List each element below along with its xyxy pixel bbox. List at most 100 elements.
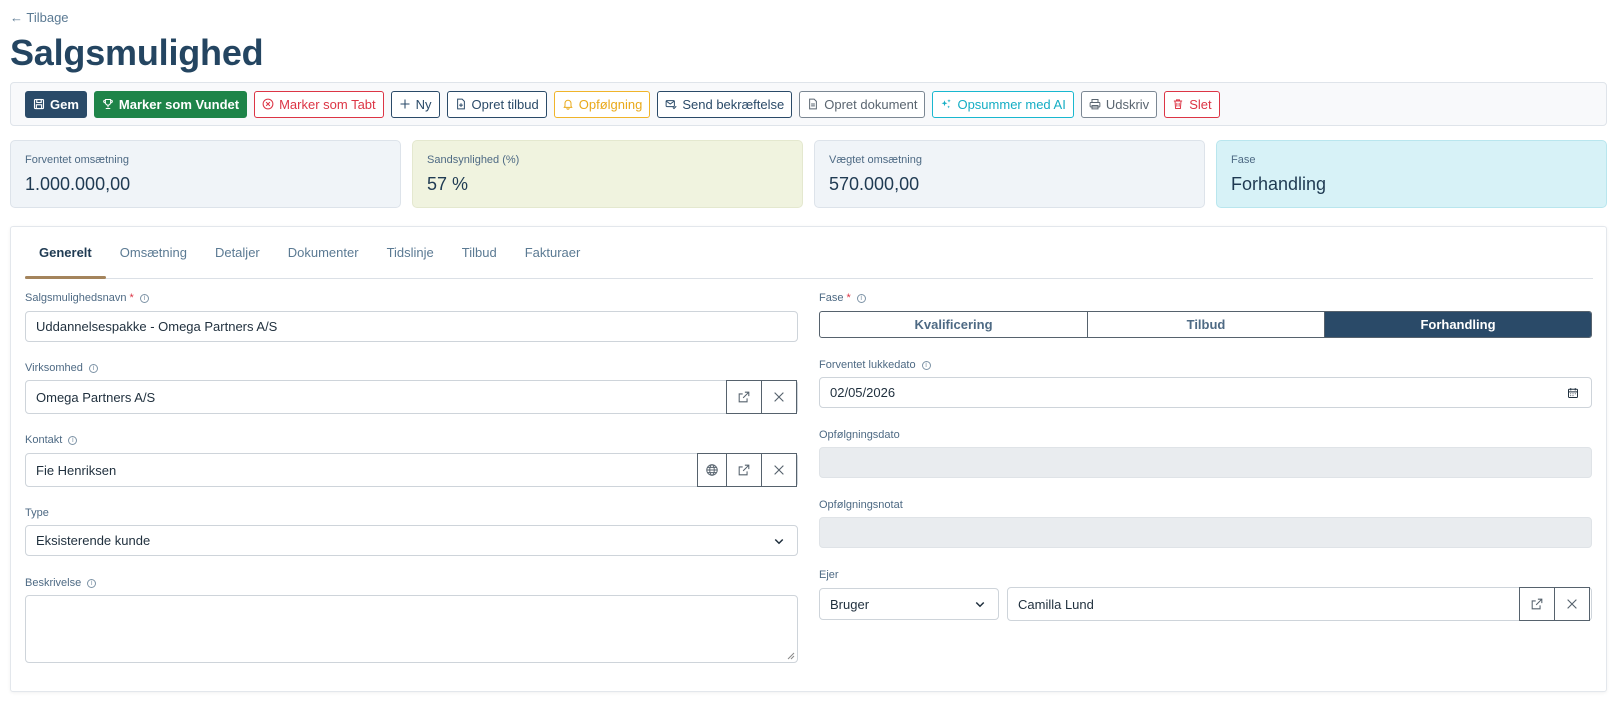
contact-open-button[interactable] xyxy=(726,453,762,487)
tab-fakturaer[interactable]: Fakturaer xyxy=(511,227,595,278)
owner-label: Ejer xyxy=(819,569,839,581)
followup-date-label-text: Opfølgningsdato xyxy=(819,429,900,441)
contact-clear-button[interactable] xyxy=(761,453,797,487)
calendar-icon[interactable] xyxy=(1567,387,1579,399)
stat-value: 57 % xyxy=(427,174,469,194)
company-label: Virksomhed i xyxy=(25,362,98,374)
create-document-button[interactable]: Opret dokument xyxy=(799,90,926,118)
owner-type-value: Bruger xyxy=(830,596,870,612)
tab-omsaetning[interactable]: Omsætning xyxy=(106,227,201,278)
back-link[interactable]: ← Tilbage xyxy=(10,10,69,25)
new-button-label: Ny xyxy=(415,96,432,112)
followup-note-label-text: Opfølgningsnotat xyxy=(819,499,903,511)
name-label-text: Salgsmulighedsnavn xyxy=(25,292,127,304)
chevron-down-icon xyxy=(774,538,784,544)
save-icon xyxy=(33,98,45,110)
x-circle-icon xyxy=(262,98,274,110)
stat-value: 1.000.000,00 xyxy=(25,174,131,194)
phase-label: Fase * i xyxy=(819,292,866,304)
tab-detaljer[interactable]: Detaljer xyxy=(201,227,274,278)
trophy-icon xyxy=(103,98,113,110)
delete-button[interactable]: Slet xyxy=(1164,90,1220,118)
globe-icon xyxy=(706,464,718,476)
bell-icon xyxy=(563,99,573,110)
owner-clear-button[interactable] xyxy=(1554,587,1590,621)
save-button-label: Gem xyxy=(50,96,79,112)
chevron-down-icon xyxy=(975,601,985,608)
mark-lost-button[interactable]: Marker som Tabt xyxy=(254,90,384,118)
required-mark: * xyxy=(129,292,134,304)
followup-note-input xyxy=(819,517,1592,548)
stat-phase: Fase Forhandling xyxy=(1216,140,1607,208)
external-link-icon xyxy=(738,464,750,476)
tab-tilbud[interactable]: Tilbud xyxy=(448,227,511,278)
tab-dokumenter[interactable]: Dokumenter xyxy=(274,227,373,278)
summarize-ai-button[interactable]: Opsummer med AI xyxy=(932,90,1074,118)
info-icon: i xyxy=(856,293,866,303)
owner-label-text: Ejer xyxy=(819,569,839,581)
required-mark: * xyxy=(846,292,851,304)
stat-label: Forventet omsætning xyxy=(25,154,129,166)
contact-web-button[interactable] xyxy=(697,453,727,487)
info-icon: i xyxy=(88,363,98,373)
company-input-value: Omega Partners A/S xyxy=(36,389,156,405)
description-label-text: Beskrivelse xyxy=(25,577,82,589)
company-open-button[interactable] xyxy=(726,380,762,414)
external-link-icon xyxy=(1531,598,1543,610)
close-date-value: 02/05/2026 xyxy=(830,385,896,400)
description-textarea[interactable] xyxy=(25,595,798,663)
company-label-text: Virksomhed xyxy=(25,362,83,374)
name-input[interactable]: Uddannelsespakke - Omega Partners A/S xyxy=(25,311,798,342)
resize-handle-icon[interactable] xyxy=(787,652,795,660)
stat-probability: Sandsynlighed (%) 57 % xyxy=(412,140,803,208)
followup-button-label: Opfølgning xyxy=(578,96,643,112)
external-link-icon xyxy=(738,391,750,403)
send-confirmation-button[interactable]: Send bekræftelse xyxy=(657,90,793,118)
mark-won-button[interactable]: Marker som Vundet xyxy=(93,90,248,118)
create-quote-button[interactable]: Opret tilbud xyxy=(446,90,547,118)
stat-label: Sandsynlighed (%) xyxy=(427,154,520,166)
close-date-label-text: Forventet lukkedato xyxy=(819,359,916,371)
back-link-label[interactable]: ← Tilbage xyxy=(10,10,69,25)
owner-open-button[interactable] xyxy=(1519,587,1555,621)
contact-label-text: Kontakt xyxy=(25,434,63,446)
tab-tidslinje[interactable]: Tidslinje xyxy=(373,227,448,278)
tab-generelt[interactable]: Generelt xyxy=(25,227,106,279)
send-confirmation-button-label: Send bekræftelse xyxy=(682,96,785,112)
description-label: Beskrivelse i xyxy=(25,577,97,589)
followup-note-label: Opfølgningsnotat xyxy=(819,499,903,511)
action-toolbar: Gem Marker som Vundet Marker som Tabt Ny… xyxy=(10,82,1607,126)
owner-input[interactable]: Camilla Lund xyxy=(1007,587,1592,621)
close-icon xyxy=(774,392,784,402)
followup-button[interactable]: Opfølgning xyxy=(553,90,651,118)
stat-value: 570.000,00 xyxy=(829,174,920,194)
trash-icon xyxy=(1174,99,1183,109)
save-button[interactable]: Gem xyxy=(25,90,87,118)
stat-expected-revenue: Forventet omsætning 1.000.000,00 xyxy=(10,140,401,208)
new-button[interactable]: Ny xyxy=(390,90,440,118)
document-icon xyxy=(809,98,818,110)
sparkle-icon xyxy=(941,99,952,109)
print-button[interactable]: Udskriv xyxy=(1080,90,1158,118)
summarize-ai-button-label: Opsummer med AI xyxy=(957,96,1066,112)
mark-lost-button-label: Marker som Tabt xyxy=(279,96,376,112)
contact-input[interactable]: Fie Henriksen xyxy=(25,453,798,487)
phase-option-kvalificering[interactable]: Kvalificering xyxy=(820,312,1088,337)
phase-label-text: Fase xyxy=(819,292,844,304)
phase-option-forhandling[interactable]: Forhandling xyxy=(1325,312,1591,337)
type-select[interactable]: Eksisterende kunde xyxy=(25,525,798,556)
phase-option-tilbud[interactable]: Tilbud xyxy=(1088,312,1325,337)
company-clear-button[interactable] xyxy=(761,380,797,414)
info-icon: i xyxy=(921,360,931,370)
company-input[interactable]: Omega Partners A/S xyxy=(25,380,798,414)
stat-weighted-revenue: Vægtet omsætning 570.000,00 xyxy=(814,140,1205,208)
contact-input-value: Fie Henriksen xyxy=(36,462,117,478)
close-date-input[interactable]: 02/05/2026 xyxy=(819,377,1592,408)
printer-icon xyxy=(1089,99,1101,110)
close-icon xyxy=(774,465,784,475)
owner-type-select[interactable]: Bruger xyxy=(819,588,999,620)
type-label-text: Type xyxy=(25,507,49,519)
phase-segmented-control: Kvalificering Tilbud Forhandling xyxy=(819,311,1592,338)
info-icon: i xyxy=(139,293,149,303)
plus-icon xyxy=(400,99,410,109)
